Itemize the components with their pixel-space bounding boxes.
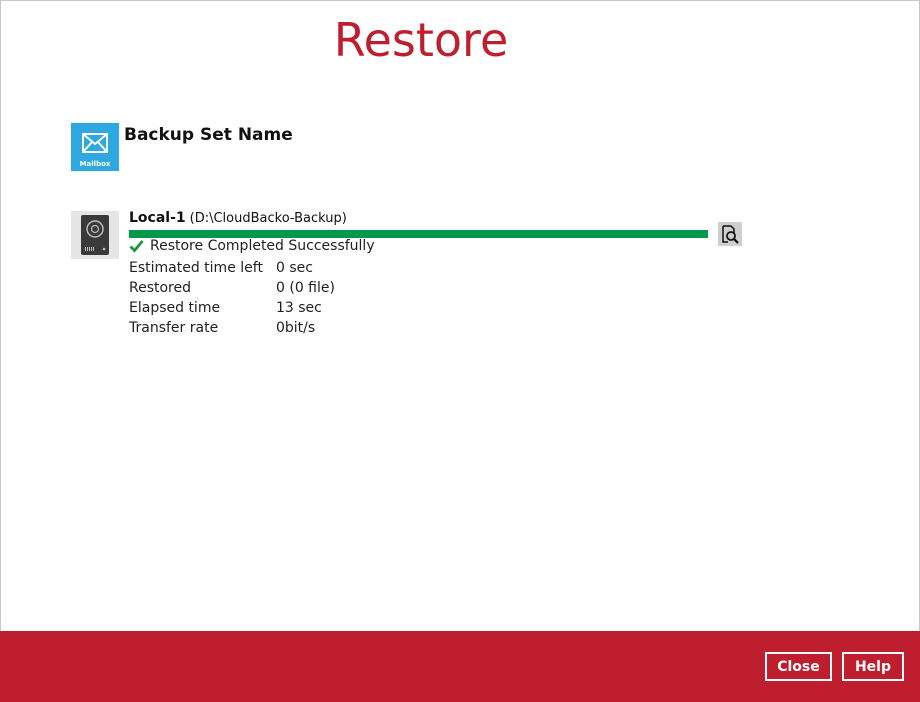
- stat-row-restored: Restored 0 (0 file): [129, 278, 335, 298]
- stat-row-transfer-rate: Transfer rate 0bit/s: [129, 318, 335, 338]
- view-log-button[interactable]: [718, 222, 742, 246]
- mailbox-icon-caption: Mailbox: [79, 160, 111, 168]
- stat-value: 0 (0 file): [276, 280, 335, 296]
- backup-set-name: Backup Set Name: [124, 125, 293, 145]
- stat-value: 0bit/s: [276, 320, 316, 336]
- help-button[interactable]: Help: [842, 652, 904, 681]
- restore-status: Restore Completed Successfully: [129, 238, 375, 257]
- destination-name: Local-1: [129, 210, 186, 226]
- magnifier-icon: [722, 225, 739, 244]
- destination-path: (D:\CloudBacko-Backup): [189, 211, 347, 226]
- restore-progress-fill: [129, 230, 708, 238]
- mailbox-icon: Mailbox: [71, 123, 119, 171]
- stat-value: 0 sec: [276, 260, 313, 276]
- stat-label: Elapsed time: [129, 300, 221, 316]
- hard-drive-icon: [71, 211, 119, 259]
- stat-label: Estimated time left: [129, 260, 263, 276]
- restore-window: Restore Mailbox Backup Set Name Local-1 …: [0, 0, 920, 702]
- restore-stats: Estimated time left 0 sec Restored 0 (0 …: [129, 258, 335, 338]
- page-title: Restore: [333, 13, 509, 67]
- close-button[interactable]: Close: [765, 652, 832, 681]
- footer-bar: Close Help: [0, 631, 920, 702]
- restore-progress-bar: [129, 230, 708, 238]
- restore-status-text: Restore Completed Successfully: [150, 238, 375, 254]
- stat-label: Restored: [129, 280, 192, 296]
- checkmark-icon: [129, 239, 144, 257]
- stat-row-elapsed-time: Elapsed time 13 sec: [129, 298, 335, 318]
- stat-label: Transfer rate: [129, 320, 219, 336]
- stat-value: 13 sec: [276, 300, 322, 316]
- destination-label: Local-1 (D:\CloudBacko-Backup): [129, 210, 347, 226]
- stat-row-estimated-time: Estimated time left 0 sec: [129, 258, 335, 278]
